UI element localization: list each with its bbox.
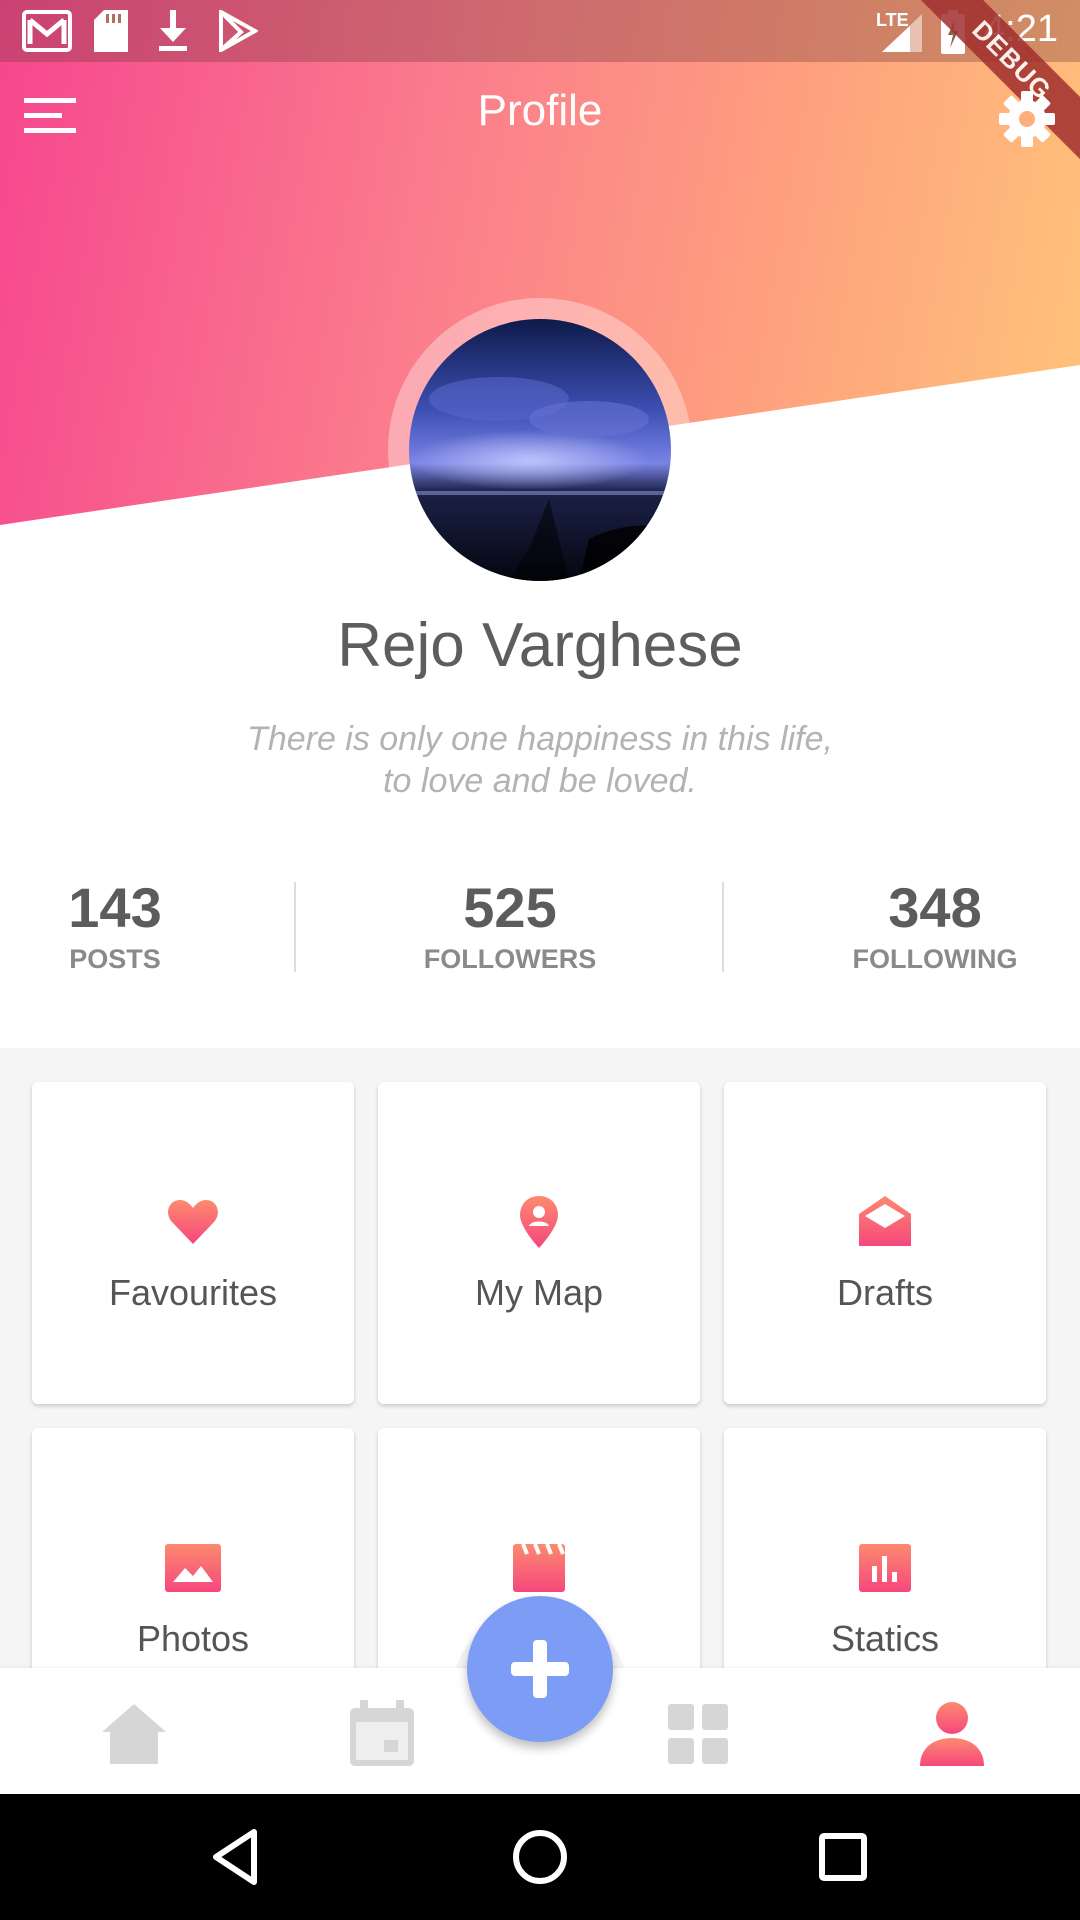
- stat-divider: [294, 882, 296, 972]
- clapperboard-icon: [513, 1543, 565, 1592]
- home-icon: [102, 1704, 166, 1764]
- person-icon: [920, 1702, 984, 1766]
- gear-icon: [999, 91, 1055, 147]
- user-bio: There is only one happiness in this life…: [0, 718, 1080, 802]
- nav-dashboard[interactable]: [658, 1694, 738, 1774]
- dashboard-icon: [668, 1704, 728, 1764]
- bar-chart-icon: [859, 1544, 911, 1592]
- stat-value: 143: [68, 876, 162, 939]
- stat-value: 525: [463, 876, 557, 939]
- back-triangle-icon: [213, 1829, 257, 1885]
- stat-followers[interactable]: 525 FOLLOWERS: [410, 876, 610, 975]
- stat-divider: [722, 882, 724, 972]
- sd-card-icon: [94, 10, 128, 52]
- status-bar: LTE 4:21: [0, 0, 1080, 62]
- tile-label: Drafts: [836, 1272, 933, 1313]
- map-pin-icon: [520, 1196, 558, 1248]
- photo-icon: [165, 1544, 221, 1592]
- stat-following[interactable]: 348 FOLLOWING: [845, 876, 1025, 975]
- stat-value: 348: [888, 876, 982, 939]
- stat-label: POSTS: [69, 944, 161, 974]
- page-title: Profile: [477, 86, 603, 135]
- stat-label: FOLLOWERS: [423, 944, 597, 974]
- tile-my-map[interactable]: My Map: [378, 1082, 700, 1404]
- signal-icon: [882, 14, 922, 52]
- recents-square-icon: [819, 1833, 867, 1881]
- avatar[interactable]: [409, 319, 671, 581]
- stat-label: FOLLOWING: [852, 944, 1018, 974]
- calendar-icon: [350, 1700, 414, 1766]
- recents-button[interactable]: [810, 1824, 876, 1890]
- home-circle-icon: [513, 1830, 567, 1884]
- nav-profile[interactable]: [912, 1694, 992, 1774]
- avatar-image: [409, 319, 671, 581]
- stat-posts[interactable]: 143 POSTS: [55, 876, 175, 975]
- tile-label: Favourites: [108, 1272, 278, 1313]
- download-icon: [159, 10, 187, 51]
- tile-drafts[interactable]: Drafts: [724, 1082, 1046, 1404]
- play-store-icon: [219, 10, 258, 52]
- settings-button[interactable]: [996, 88, 1058, 150]
- tile-label: Photos: [136, 1618, 250, 1659]
- nav-calendar[interactable]: [342, 1694, 422, 1774]
- bio-line-2: to love and be loved.: [383, 762, 697, 800]
- nav-home[interactable]: [94, 1694, 174, 1774]
- bio-line-1: There is only one happiness in this life…: [247, 720, 833, 758]
- add-button[interactable]: [467, 1596, 613, 1742]
- profile-screen: LTE 4:21 DEBUG Profile Rejo Varghese The…: [0, 0, 1080, 1920]
- plus-icon: [511, 1640, 569, 1698]
- home-system-button[interactable]: [507, 1824, 573, 1890]
- tile-label: Statics: [830, 1618, 940, 1659]
- heart-icon: [168, 1200, 218, 1244]
- tile-label: My Map: [474, 1272, 604, 1313]
- gmail-icon: [22, 10, 72, 52]
- system-navigation-bar: [0, 1794, 1080, 1920]
- open-envelope-icon: [859, 1196, 911, 1246]
- tile-favourites[interactable]: Favourites: [32, 1082, 354, 1404]
- back-button[interactable]: [204, 1824, 270, 1890]
- user-name: Rejo Varghese: [337, 611, 743, 680]
